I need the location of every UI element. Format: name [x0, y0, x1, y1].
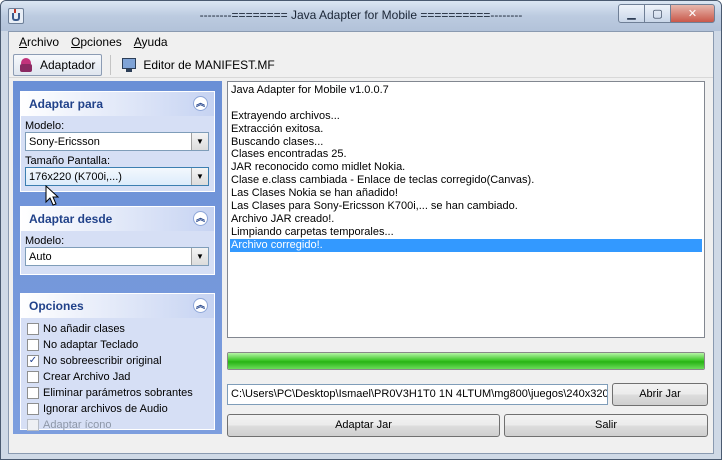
adaptar-para-group: Adaptar para ︽ Modelo: Sony-Ericsson ▼ T… — [20, 91, 215, 192]
adaptar-desde-title: Adaptar desde — [29, 212, 113, 226]
adaptador-icon — [18, 57, 34, 73]
dropdown-arrow-icon[interactable]: ▼ — [191, 168, 208, 185]
log-line[interactable]: Java Adapter for Mobile v1.0.0.7 — [230, 84, 702, 97]
option-label: Ignorar archivos de Audio — [43, 403, 168, 415]
option-label: No sobreescribir original — [43, 355, 162, 367]
menu-opciones[interactable]: Opciones — [65, 32, 128, 52]
log-line[interactable]: Extracción exitosa. — [230, 123, 702, 136]
checkbox[interactable] — [27, 323, 39, 335]
opciones-title: Opciones — [29, 299, 84, 313]
option-checkbox-row[interactable]: No adaptar Teclado — [21, 337, 214, 353]
editor-manifest-button[interactable]: Editor de MANIFEST.MF — [117, 54, 280, 76]
progress-fill — [228, 353, 704, 369]
maximize-icon: ▢ — [652, 8, 663, 20]
option-checkbox-row[interactable]: Eliminar parámetros sobrantes — [21, 385, 214, 401]
option-checkbox-row[interactable]: Crear Archivo Jad — [21, 369, 214, 385]
collapse-chevron-icon[interactable]: ︽ — [193, 298, 208, 313]
adaptar-para-header[interactable]: Adaptar para ︽ — [21, 92, 214, 116]
adaptar-desde-header[interactable]: Adaptar desde ︽ — [21, 207, 214, 231]
option-checkbox-row[interactable]: No añadir clases — [21, 321, 214, 337]
log-output-listbox[interactable]: Java Adapter for Mobile v1.0.0.7 Extrayen… — [227, 81, 705, 338]
log-line[interactable] — [230, 97, 702, 110]
maximize-button[interactable]: ▢ — [644, 4, 671, 23]
mouse-cursor-icon — [45, 185, 60, 206]
checkbox[interactable] — [27, 387, 39, 399]
checkbox[interactable] — [27, 339, 39, 351]
app-window: --------======== Java Adapter for Mobile… — [0, 0, 722, 460]
window-title: --------======== Java Adapter for Mobile… — [199, 8, 523, 22]
adaptar-para-title: Adaptar para — [29, 97, 104, 111]
option-checkbox-row: Adaptar ícono — [21, 417, 214, 433]
collapse-chevron-icon[interactable]: ︽ — [193, 211, 208, 226]
toolbar: Adaptador Editor de MANIFEST.MF — [9, 52, 713, 78]
modelo-label: Modelo: — [25, 120, 65, 132]
modelo-desde-label: Modelo: — [25, 235, 65, 247]
editor-manifest-label: Editor de MANIFEST.MF — [143, 57, 275, 72]
title-bar[interactable]: --------======== Java Adapter for Mobile… — [1, 1, 721, 31]
modelo-desde-select[interactable]: Auto ▼ — [25, 247, 209, 266]
log-line[interactable]: JAR reconocido como midlet Nokia. — [230, 161, 702, 174]
toolbar-separator — [110, 54, 112, 75]
menu-ayuda[interactable]: Ayuda — [128, 32, 174, 52]
checkbox[interactable]: ✓ — [27, 355, 39, 367]
minimize-icon: ▁ — [627, 8, 636, 20]
adaptar-jar-button[interactable]: Adaptar Jar — [227, 414, 500, 437]
monitor-icon — [121, 57, 137, 73]
abrir-jar-button[interactable]: Abrir Jar — [612, 383, 708, 406]
menu-bar: Archivo Opciones Ayuda — [9, 32, 713, 52]
checkbox[interactable] — [27, 371, 39, 383]
checkbox — [27, 419, 39, 431]
checkbox[interactable] — [27, 403, 39, 415]
log-line[interactable]: Las Clases Nokia se han añadido! — [230, 187, 702, 200]
log-line[interactable]: Clases encontradas 25. — [230, 148, 702, 161]
option-label: Crear Archivo Jad — [43, 371, 131, 383]
adaptador-tab-button[interactable]: Adaptador — [13, 53, 103, 76]
dropdown-arrow-icon[interactable]: ▼ — [191, 133, 208, 150]
log-line[interactable]: Limpiando carpetas temporales... — [230, 226, 702, 239]
minimize-button[interactable]: ▁ — [618, 4, 645, 23]
tamano-pantalla-value: 176x220 (K700i,...) — [29, 171, 122, 183]
adaptar-desde-group: Adaptar desde ︽ Modelo: Auto ▼ — [20, 206, 215, 275]
option-label: No adaptar Teclado — [43, 339, 139, 351]
modelo-select[interactable]: Sony-Ericsson ▼ — [25, 132, 209, 151]
log-line[interactable]: Las Clases para Sony-Ericsson K700i,... … — [230, 200, 702, 213]
collapse-chevron-icon[interactable]: ︽ — [193, 96, 208, 111]
option-checkbox-row[interactable]: Ignorar archivos de Audio — [21, 401, 214, 417]
dropdown-arrow-icon[interactable]: ▼ — [191, 248, 208, 265]
log-line[interactable]: Clase e.class cambiada - Enlace de tecla… — [230, 174, 702, 187]
menu-archivo[interactable]: Archivo — [13, 32, 65, 52]
opciones-header[interactable]: Opciones ︽ — [21, 294, 214, 318]
modelo-desde-value: Auto — [29, 251, 52, 263]
jar-path-field[interactable]: C:\Users\PC\Desktop\Ismael\PR0V3H1T0 1N … — [227, 384, 608, 405]
close-icon: ✕ — [687, 8, 698, 20]
option-label: Adaptar ícono — [43, 419, 112, 431]
option-label: No añadir clases — [43, 323, 125, 335]
client-area: Archivo Opciones Ayuda Adaptador Editor … — [8, 31, 714, 454]
log-line[interactable]: Extrayendo archivos... — [230, 110, 702, 123]
progress-bar — [227, 352, 705, 370]
option-checkbox-row[interactable]: ✓ No sobreescribir original — [21, 353, 214, 369]
jar-path-value: C:\Users\PC\Desktop\Ismael\PR0V3H1T0 1N … — [231, 388, 608, 400]
log-line[interactable]: Archivo corregido!. — [230, 238, 702, 252]
log-line[interactable]: Archivo JAR creado!. — [230, 213, 702, 226]
opciones-list: No añadir clases No adaptar Teclado ✓ No so… — [21, 318, 214, 433]
adaptador-label: Adaptador — [40, 57, 96, 72]
modelo-select-value: Sony-Ericsson — [29, 136, 100, 148]
task-pane: Adaptar para ︽ Modelo: Sony-Ericsson ▼ T… — [13, 81, 222, 434]
close-button[interactable]: ✕ — [670, 4, 715, 23]
salir-button[interactable]: Salir — [504, 414, 708, 437]
tamano-pantalla-select[interactable]: 176x220 (K700i,...) ▼ — [25, 167, 209, 186]
tamano-pantalla-label: Tamaño Pantalla: — [25, 155, 110, 167]
option-label: Eliminar parámetros sobrantes — [43, 387, 193, 399]
opciones-group: Opciones ︽ No añadir clases No adaptar Te… — [20, 293, 215, 433]
log-line[interactable]: Buscando clases... — [230, 136, 702, 149]
